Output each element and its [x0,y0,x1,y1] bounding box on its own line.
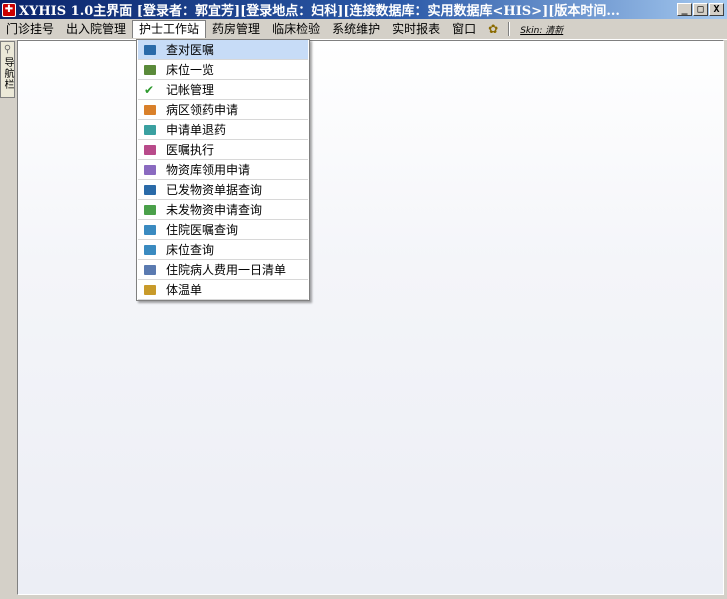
bed-search-icon [140,244,160,255]
menu-nurse-station[interactable]: 护士工作站 [132,20,207,38]
dropdown-item-label: 住院病人费用一日清单 [166,263,287,277]
skin-selector[interactable]: Skin: 清新 [514,23,569,36]
navtab-label: 导航栏 [2,57,13,90]
menu-clinical-lab[interactable]: 临床检验 [266,20,326,38]
maximize-button[interactable]: □ [693,3,708,16]
pin-icon: ⚲ [3,44,12,55]
menu-separator [508,22,511,36]
dropdown-item[interactable]: 住院医嘱查询 [138,220,308,240]
dropdown-item-label: 体温单 [166,283,203,297]
dropdown-item-label: 床位一览 [166,63,215,77]
dropdown-item[interactable]: 体温单 [138,280,308,300]
checkmark-icon: ✔ [144,82,155,97]
dropdown-item-label: 已发物资单据查询 [166,183,263,197]
dropdown-item-label: 床位查询 [166,243,215,257]
dropdown-item[interactable]: 查对医嘱 [138,40,308,60]
dropdown-item[interactable]: 未发物资申请查询 [138,200,308,220]
dropdown-item[interactable]: 申请单退药 [138,120,308,140]
menu-window[interactable]: 窗口 [446,20,482,38]
dropdown-item-label: 查对医嘱 [166,43,215,57]
dropdown-item[interactable]: 床位查询 [138,240,308,260]
navigation-sidebar-tab[interactable]: ⚲ 导航栏 [0,41,15,98]
dropdown-item-label: 住院医嘱查询 [166,223,239,237]
title-bar: ✚ XYHIS 1.0主界面 [登录者：郭宜芳][登录地点：妇科][连接数据库：… [0,0,727,19]
nurse-station-dropdown: 查对医嘱床位一览 ✔ 记帐管理病区领药申请 申请单退药医嘱执行物资库领用申请 已发物资单… [136,39,310,301]
pending-doc-icon [140,204,160,215]
menu-bar: 门诊挂号 出入院管理 护士工作站 药房管理 临床检验 系统维护 实时报表 窗口 … [0,19,727,40]
inpatient-orders-icon [140,224,160,235]
bed-icon [140,64,160,75]
dropdown-item[interactable]: 已发物资单据查询 [138,180,308,200]
dropdown-item[interactable]: 病区领药申请 [138,100,308,120]
dropdown-item-label: 申请单退药 [166,123,227,137]
dropdown-item-label: 物资库领用申请 [166,163,251,177]
dropdown-item-label: 医嘱执行 [166,143,215,157]
close-button[interactable]: X [709,3,724,16]
menu-pharmacy[interactable]: 药房管理 [206,20,266,38]
dropdown-item[interactable]: ✔ 记帐管理 [138,80,308,100]
issued-doc-icon [140,184,160,195]
supplies-icon [140,164,160,175]
menu-system-maintenance[interactable]: 系统维护 [326,20,386,38]
daily-bill-icon [140,264,160,275]
dropdown-item-label: 记帐管理 [166,83,215,97]
palette-icon[interactable]: ✿ [482,22,504,36]
window-controls: _ □ X [677,3,724,16]
main-client-area [17,40,724,595]
minimize-button[interactable]: _ [677,3,692,16]
dropdown-item[interactable]: 医嘱执行 [138,140,308,160]
dropdown-item-label: 病区领药申请 [166,103,239,117]
dropdown-item-label: 未发物资申请查询 [166,203,263,217]
dropdown-item[interactable]: 床位一览 [138,60,308,80]
window-bottom-border [0,595,727,599]
app-icon: ✚ [2,2,16,17]
temperature-chart-icon [140,284,160,295]
menu-admission-discharge[interactable]: 出入院管理 [60,20,132,38]
monitor-icon [140,44,160,55]
dropdown-item[interactable]: 住院病人费用一日清单 [138,260,308,280]
window-title: XYHIS 1.0主界面 [登录者：郭宜芳][登录地点：妇科][连接数据库：实用… [19,4,620,19]
medicine-bag-icon [140,104,160,115]
return-medicine-icon [140,124,160,135]
menu-realtime-reports[interactable]: 实时报表 [386,20,446,38]
execute-icon [140,144,160,155]
dropdown-item[interactable]: 物资库领用申请 [138,160,308,180]
menu-outpatient-registration[interactable]: 门诊挂号 [0,20,60,38]
